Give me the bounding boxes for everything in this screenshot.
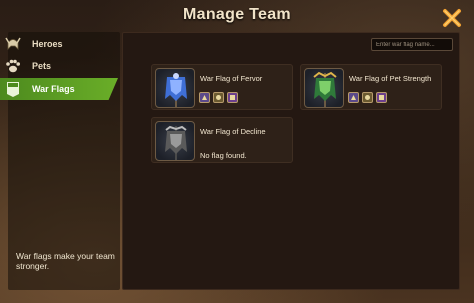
rune-slot-icon: [362, 92, 373, 103]
flag-icon: [4, 80, 22, 98]
flag-name: War Flag of Decline: [200, 127, 266, 136]
flag-name: War Flag of Pet Strength: [349, 74, 432, 83]
decline-flag-icon: [155, 121, 195, 161]
fervor-flag-icon: [155, 68, 195, 108]
close-icon: [443, 9, 461, 27]
search-input[interactable]: [371, 38, 453, 51]
rune-slot-icon: [376, 92, 387, 103]
sidebar-item-label: Pets: [32, 61, 52, 71]
rune-slot-icon: [348, 92, 359, 103]
flag-card-pet-strength[interactable]: War Flag of Pet Strength: [300, 64, 442, 110]
sidebar-item-label: Heroes: [32, 39, 63, 49]
paw-icon: [4, 57, 22, 75]
close-button[interactable]: [442, 8, 462, 28]
rune-slots: [199, 92, 238, 103]
flag-card-decline[interactable]: War Flag of Decline No flag found.: [151, 117, 293, 163]
flag-status: No flag found.: [200, 151, 247, 160]
rune-slot-icon: [213, 92, 224, 103]
sidebar-item-pets[interactable]: Pets: [4, 56, 116, 76]
rune-slot-icon: [227, 92, 238, 103]
sidebar-item-label: War Flags: [32, 84, 75, 94]
sidebar-item-heroes[interactable]: Heroes: [4, 34, 116, 54]
sidebar-hint: War flags make your team stronger.: [16, 251, 115, 271]
helmet-icon: [4, 35, 22, 53]
flag-name: War Flag of Fervor: [200, 74, 263, 83]
sidebar-item-war-flags[interactable]: War Flags: [0, 78, 118, 100]
pet-strength-flag-icon: [304, 68, 344, 108]
page-title: Manage Team: [183, 6, 291, 23]
flag-card-fervor[interactable]: War Flag of Fervor: [151, 64, 293, 110]
rune-slots: [348, 92, 387, 103]
rune-slot-icon: [199, 92, 210, 103]
